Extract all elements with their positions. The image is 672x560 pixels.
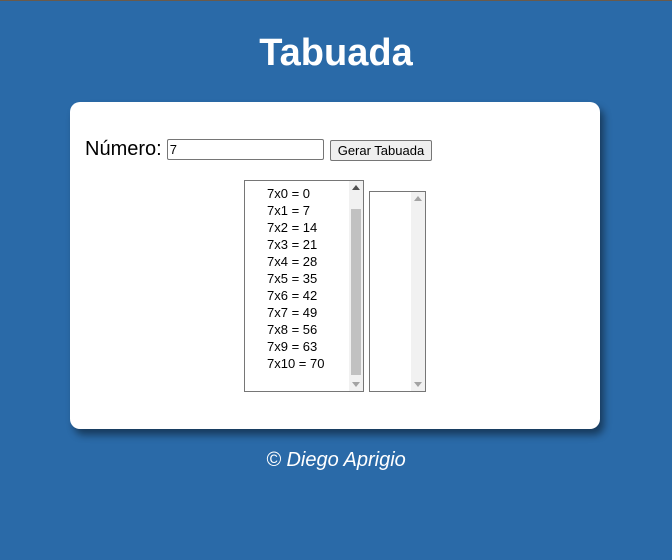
- page-title: Tabuada: [259, 32, 413, 74]
- scroll-up-arrow-icon[interactable]: [352, 185, 360, 190]
- list-item[interactable]: 7x6 = 42: [267, 287, 324, 304]
- generate-table-button[interactable]: Gerar Tabuada: [329, 139, 433, 161]
- scrollbar-thumb[interactable]: [351, 209, 361, 375]
- scroll-down-arrow-icon[interactable]: [414, 382, 422, 387]
- list-item[interactable]: 7x9 = 63: [267, 338, 324, 355]
- tabuada-card: Número: Gerar Tabuada 7x0 = 0 7x1 = 7 7x…: [70, 102, 600, 429]
- table-list-scrollbar[interactable]: [349, 181, 363, 391]
- list-item[interactable]: 7x3 = 21: [267, 236, 324, 253]
- list-item[interactable]: 7x10 = 70: [267, 355, 324, 372]
- secondary-list-scrollbar[interactable]: [411, 192, 425, 391]
- number-input[interactable]: [166, 138, 324, 160]
- number-label: Número:: [85, 137, 162, 160]
- list-item[interactable]: 7x5 = 35: [267, 270, 324, 287]
- scroll-up-arrow-icon[interactable]: [414, 196, 422, 201]
- footer-credit: © Diego Aprigio: [266, 449, 406, 471]
- table-items: 7x0 = 0 7x1 = 7 7x2 = 14 7x3 = 21 7x4 = …: [267, 185, 324, 372]
- list-item[interactable]: 7x8 = 56: [267, 321, 324, 338]
- list-item[interactable]: 7x2 = 14: [267, 219, 324, 236]
- list-item[interactable]: 7x4 = 28: [267, 253, 324, 270]
- list-item[interactable]: 7x0 = 0: [267, 185, 324, 202]
- list-item[interactable]: 7x7 = 49: [267, 304, 324, 321]
- secondary-list[interactable]: [369, 191, 426, 392]
- list-item[interactable]: 7x1 = 7: [267, 202, 324, 219]
- scroll-down-arrow-icon[interactable]: [352, 382, 360, 387]
- number-form: Número: Gerar Tabuada: [85, 137, 433, 161]
- multiplication-table-list[interactable]: 7x0 = 0 7x1 = 7 7x2 = 14 7x3 = 21 7x4 = …: [244, 180, 364, 392]
